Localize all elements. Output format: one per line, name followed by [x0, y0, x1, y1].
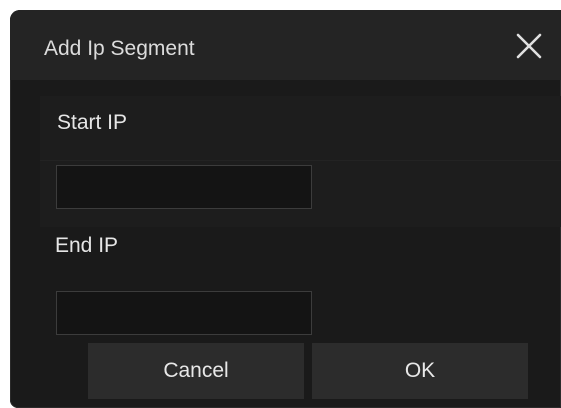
- start-ip-input[interactable]: [56, 165, 312, 209]
- close-icon[interactable]: [515, 32, 543, 60]
- end-ip-label: End IP: [55, 234, 119, 257]
- dialog-titlebar: Add Ip Segment: [10, 10, 561, 80]
- dialog-title: Add Ip Segment: [44, 37, 195, 60]
- start-ip-label: Start IP: [57, 111, 128, 134]
- add-ip-segment-dialog: Add Ip Segment Start IP End IP Cancel OK: [10, 10, 561, 408]
- ok-button[interactable]: OK: [312, 343, 528, 399]
- cancel-button[interactable]: Cancel: [88, 343, 304, 399]
- end-ip-input[interactable]: [56, 291, 312, 335]
